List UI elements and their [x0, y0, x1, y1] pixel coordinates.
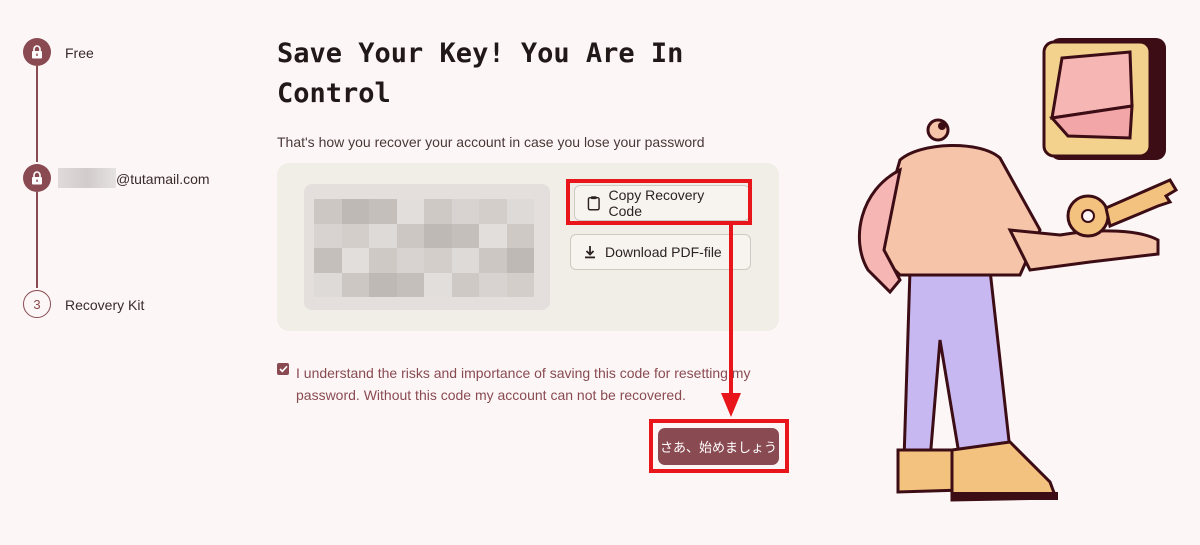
- download-icon: [585, 246, 595, 259]
- annotation-arrow: [729, 225, 733, 395]
- page-title: Save Your Key! You Are In Control: [277, 38, 684, 109]
- consent-checkbox[interactable]: [277, 363, 289, 375]
- recovery-code-box: [304, 184, 550, 310]
- stepper-connector: [36, 192, 38, 288]
- redacted-recovery-code: [314, 199, 534, 297]
- redacted-username: [58, 168, 116, 188]
- step-1-indicator: [23, 38, 51, 66]
- signup-stepper: Free @tutamail.com 3 Recovery Kit: [0, 0, 260, 545]
- highlight-box-copy: [566, 179, 752, 225]
- page-subtitle: That's how you recover your account in c…: [277, 134, 705, 150]
- arrow-head-icon: [721, 393, 741, 417]
- download-pdf-button[interactable]: Download PDF-file: [570, 234, 751, 270]
- step-2-label: @tutamail.com: [116, 171, 210, 187]
- download-pdf-label: Download PDF-file: [605, 244, 722, 260]
- highlight-box-start: [649, 419, 789, 473]
- step-1-label: Free: [65, 45, 94, 61]
- step-3-label: Recovery Kit: [65, 297, 145, 313]
- lock-icon: [32, 171, 42, 185]
- checkmark-icon: [278, 365, 288, 373]
- step-2-indicator: [23, 164, 51, 192]
- consent-text: I understand the risks and importance of…: [296, 365, 751, 403]
- stepper-connector: [36, 66, 38, 162]
- lock-icon: [32, 45, 42, 59]
- step-3-indicator: 3: [23, 290, 51, 318]
- person-holding-key-illustration: [857, 38, 1179, 502]
